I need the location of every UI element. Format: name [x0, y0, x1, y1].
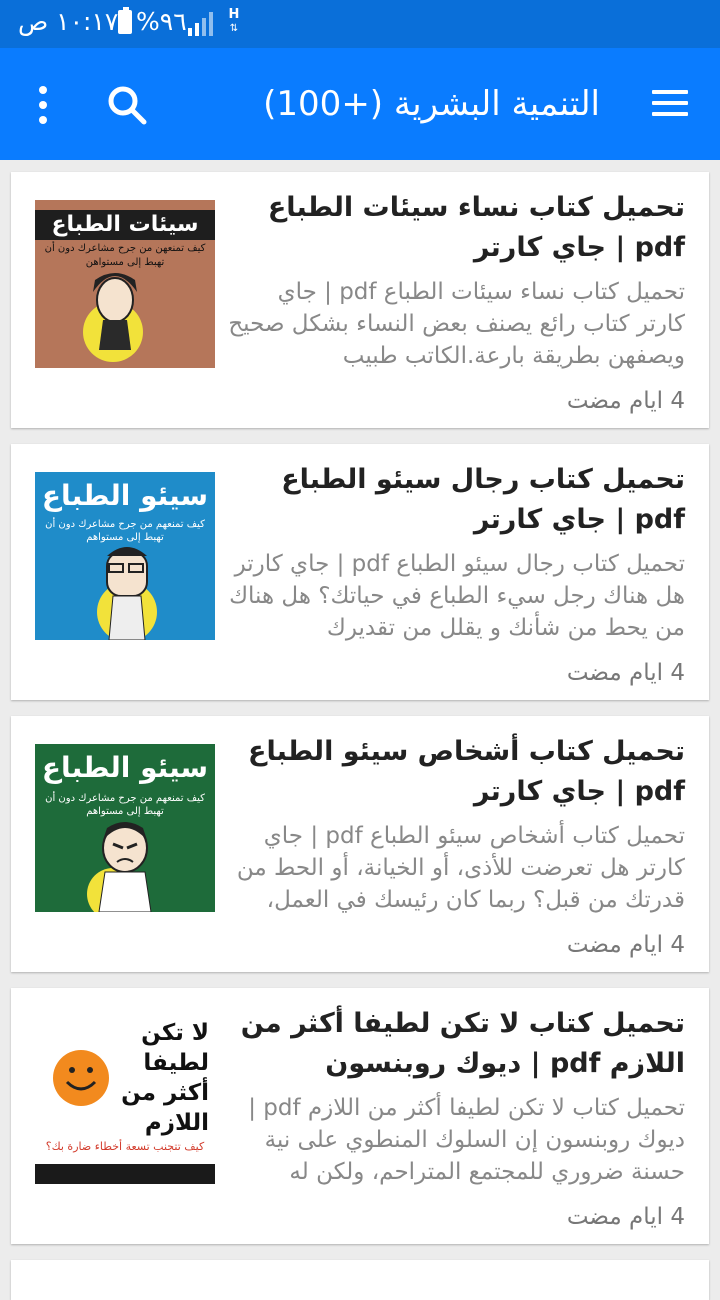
more-vertical-icon[interactable] — [28, 82, 58, 128]
list-item[interactable]: سيئو الطباع كيف تمنعهم من جرح مشاعرك دون… — [11, 444, 709, 700]
article-time: 4 ايام مضت — [566, 932, 685, 958]
article-time: 4 ايام مضت — [566, 388, 685, 414]
page-title: التنمية البشرية (+100) — [263, 84, 600, 124]
list-item[interactable]: سيئات الطباع كيف تمنعهن من جرح مشاعرك دو… — [11, 172, 709, 428]
list-item[interactable]: لا تكن لطيفا أكثر من اللازم كيف تتجنب تس… — [11, 988, 709, 1244]
app-bar: التنمية البشرية (+100) — [0, 48, 720, 160]
cover-tagline: كيف تتجنب تسعة أخطاء ضارة بك؟ — [45, 1140, 205, 1153]
cover-tagline: كيف تمنعهم من جرح مشاعرك دون أن تهبط إلى… — [45, 793, 205, 817]
status-bar: ١٠:١٧ ص %٩٦ H ⇅ — [0, 0, 720, 48]
search-icon[interactable] — [104, 82, 150, 128]
article-text: تحميل كتاب أشخاص سيئو الطباع pdf | جاي ك… — [225, 732, 685, 962]
article-text: تحميل كتاب لا تكن لطيفا أكثر من اللازم p… — [225, 1004, 685, 1234]
article-title[interactable]: تحميل كتاب نساء سيئات الطباع pdf | جاي ك… — [225, 188, 685, 268]
article-text: تحميل كتاب نساء سيئات الطباع pdf | جاي ك… — [225, 188, 685, 418]
article-title[interactable]: تحميل كتاب أشخاص سيئو الطباع pdf | جاي ك… — [225, 732, 685, 812]
list-item[interactable] — [11, 1260, 709, 1300]
cover-headline: سيئو الطباع — [41, 751, 209, 784]
article-excerpt: تحميل كتاب لا تكن لطيفا أكثر من اللازم p… — [248, 1095, 685, 1185]
book-cover-image[interactable]: سيئو الطباع كيف تمنعهم من جرح مشاعرك دون… — [35, 472, 215, 640]
cover-headline: سيئات الطباع — [51, 212, 199, 237]
article-title[interactable]: تحميل كتاب لا تكن لطيفا أكثر من اللازم p… — [225, 1004, 685, 1084]
article-excerpt: تحميل كتاب أشخاص سيئو الطباع pdf | جاي ك… — [236, 823, 685, 913]
data-activity-icon: H ⇅ — [228, 7, 240, 34]
book-cover-image[interactable]: سيئو الطباع كيف تمنعهم من جرح مشاعرك دون… — [35, 744, 215, 912]
article-excerpt: تحميل كتاب نساء سيئات الطباع pdf | جاي ك… — [228, 279, 685, 369]
article-excerpt: تحميل كتاب رجال سيئو الطباع pdf | جاي كا… — [229, 551, 685, 641]
cover-headline: لا تكن لطيفا أكثر من اللازم — [121, 1020, 209, 1136]
article-time: 4 ايام مضت — [566, 1204, 685, 1230]
cover-tagline: كيف تمنعهم من جرح مشاعرك دون أن تهبط إلى… — [45, 519, 205, 543]
hamburger-menu-icon[interactable] — [650, 84, 690, 124]
status-time: ١٠:١٧ ص — [18, 7, 119, 36]
cover-tagline: كيف تمنعهن من جرح مشاعرك دون أن تهبط إلى… — [44, 243, 206, 268]
battery-percent: %٩٦ — [136, 7, 187, 36]
article-title[interactable]: تحميل كتاب رجال سيئو الطباع pdf | جاي كا… — [225, 460, 685, 540]
signal-icon — [188, 12, 213, 36]
list-item[interactable]: سيئو الطباع كيف تمنعهم من جرح مشاعرك دون… — [11, 716, 709, 972]
battery-icon — [118, 7, 132, 34]
article-text: تحميل كتاب رجال سيئو الطباع pdf | جاي كا… — [225, 460, 685, 690]
article-time: 4 ايام مضت — [566, 660, 685, 686]
book-cover-image[interactable]: سيئات الطباع كيف تمنعهن من جرح مشاعرك دو… — [35, 200, 215, 368]
book-cover-image[interactable]: لا تكن لطيفا أكثر من اللازم كيف تتجنب تس… — [35, 1016, 215, 1184]
cover-headline: سيئو الطباع — [41, 479, 209, 512]
battery-indicator: %٩٦ — [118, 4, 187, 40]
